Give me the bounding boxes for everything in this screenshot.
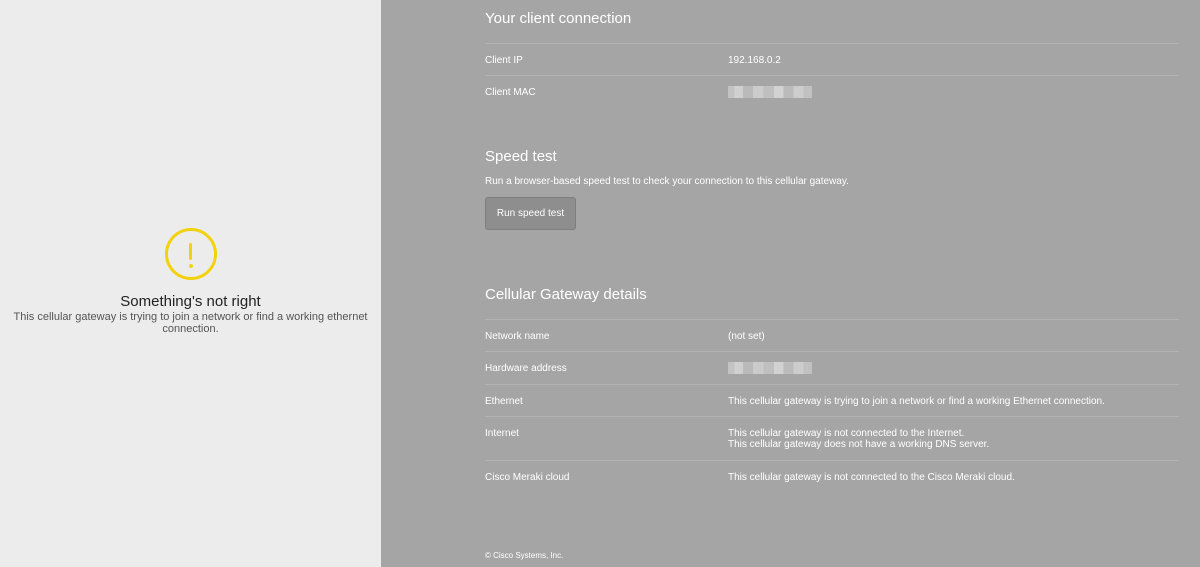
hardware-address-label: Hardware address	[485, 363, 567, 374]
warning-title: Something's not right	[120, 293, 261, 310]
meraki-cloud-row: Cisco Meraki cloud This cellular gateway…	[485, 460, 1179, 493]
client-connection-heading: Your client connection	[485, 10, 632, 27]
client-ip-label: Client IP	[485, 55, 523, 66]
hardware-address-row: Hardware address	[485, 351, 1179, 384]
ethernet-label: Ethernet	[485, 396, 523, 407]
status-panel: Something's not right This cellular gate…	[0, 0, 381, 567]
gateway-details-heading: Cellular Gateway details	[485, 286, 647, 303]
warning-circle-icon	[164, 228, 217, 280]
client-mac-value-redacted	[728, 86, 812, 101]
client-mac-row: Client MAC	[485, 75, 1179, 108]
client-ip-value: 192.168.0.2	[728, 55, 781, 66]
internet-value: This cellular gateway is not connected t…	[728, 428, 989, 450]
ethernet-value: This cellular gateway is trying to join …	[728, 396, 1105, 407]
dns-status-line: This cellular gateway does not have a wo…	[728, 439, 990, 450]
meraki-cloud-label: Cisco Meraki cloud	[485, 472, 570, 483]
internet-label: Internet	[485, 428, 519, 439]
internet-status-line: This cellular gateway is not connected t…	[728, 428, 965, 439]
warning-description: This cellular gateway is trying to join …	[13, 311, 368, 335]
speed-test-heading: Speed test	[485, 148, 557, 165]
warning-block: Something's not right This cellular gate…	[0, 228, 381, 335]
meraki-cloud-value: This cellular gateway is not connected t…	[728, 472, 1015, 483]
copyright-footer: © Cisco Systems, Inc.	[485, 551, 564, 560]
network-name-row: Network name (not set)	[485, 319, 1179, 352]
client-mac-label: Client MAC	[485, 87, 536, 98]
network-name-value: (not set)	[728, 331, 765, 342]
internet-row: Internet This cellular gateway is not co…	[485, 416, 1179, 461]
run-speed-test-button[interactable]: Run speed test	[485, 197, 576, 230]
client-ip-row: Client IP 192.168.0.2	[485, 43, 1179, 76]
ethernet-row: Ethernet This cellular gateway is trying…	[485, 384, 1179, 417]
details-panel: Your client connection Client IP 192.168…	[381, 0, 1200, 567]
page: Something's not right This cellular gate…	[0, 0, 1200, 567]
hardware-address-value-redacted	[728, 362, 812, 377]
network-name-label: Network name	[485, 331, 550, 342]
speed-test-description: Run a browser-based speed test to check …	[485, 176, 849, 187]
